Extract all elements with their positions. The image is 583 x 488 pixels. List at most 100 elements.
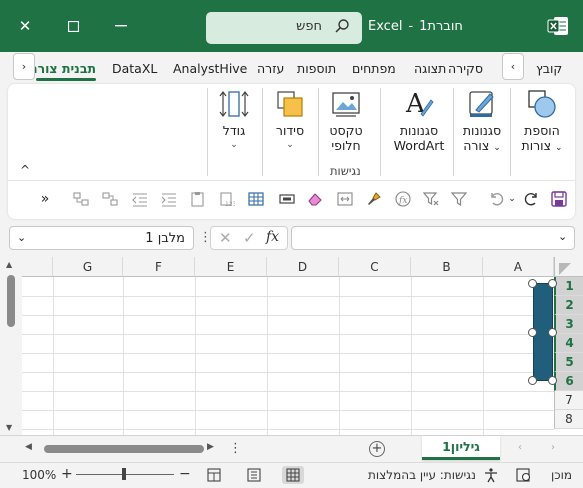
column-header-b[interactable]: B <box>411 257 483 277</box>
minimize-button[interactable] <box>105 10 137 42</box>
zoom-in-button[interactable]: + <box>61 466 73 482</box>
vertical-scrollbar[interactable]: ▲ ▼ <box>0 257 22 435</box>
scroll-right-icon[interactable]: ▶ <box>207 442 214 452</box>
format-painter-button[interactable] <box>365 190 383 208</box>
workbook-stats-icon[interactable] <box>516 467 532 486</box>
confirm-formula-button[interactable]: ✓ <box>243 229 256 247</box>
page-layout-button[interactable] <box>243 466 265 484</box>
search-input[interactable]: חפש <box>206 12 362 44</box>
group-icon <box>102 192 118 206</box>
cancel-formula-button[interactable]: ✕ <box>219 229 232 247</box>
column-header-a[interactable]: A <box>483 257 554 277</box>
sheet-tab-1[interactable]: גיליון1 <box>422 436 500 460</box>
maximize-button[interactable] <box>57 10 89 42</box>
column-header-partial[interactable] <box>22 257 53 277</box>
group-button[interactable] <box>101 190 119 208</box>
redo-button[interactable] <box>522 190 540 208</box>
collapse-ribbon-button[interactable]: ^ <box>20 163 30 177</box>
tab-dataxl[interactable]: DataXL <box>112 61 157 76</box>
column-header-f[interactable]: F <box>123 257 195 277</box>
tab-developer[interactable]: מפתחים <box>352 61 396 76</box>
table-button[interactable] <box>247 190 265 208</box>
row-header-2[interactable]: 2 <box>554 296 583 315</box>
increase-indent-button[interactable] <box>160 190 178 208</box>
zoom-out-button[interactable]: − <box>179 466 191 482</box>
paste-values-button[interactable]: 123 <box>218 190 236 208</box>
more-commands-button[interactable]: » <box>36 190 54 208</box>
sheet-options-button[interactable]: ⋮ <box>229 441 242 456</box>
zoom-level[interactable]: 100% <box>22 468 56 482</box>
undo-button[interactable] <box>488 190 506 208</box>
column-header-g[interactable]: G <box>53 257 123 277</box>
grid-line <box>22 372 554 373</box>
row-header-5[interactable]: 5 <box>554 353 583 372</box>
ungroup-button[interactable] <box>72 190 90 208</box>
add-sheet-button[interactable]: + <box>369 441 385 457</box>
accessibility-status[interactable]: נגישות: עיין בהמלצות <box>368 468 476 482</box>
shape-styles-icon <box>469 91 494 117</box>
expand-formula-bar-button[interactable]: ⌄ <box>558 230 567 243</box>
decrease-indent-button[interactable] <box>131 190 149 208</box>
tab-shape-format[interactable]: תבנית צורה <box>34 61 96 76</box>
size-button[interactable]: גודל ⌄ <box>214 88 254 153</box>
filter-button[interactable] <box>450 190 468 208</box>
wordart-styles-button[interactable]: A סגנונות WordArt <box>390 88 448 153</box>
close-button[interactable]: ✕ <box>9 10 41 42</box>
tab-addins[interactable]: תוספות <box>297 61 336 76</box>
sheet-scroll-left-button[interactable]: ‹ <box>518 442 522 453</box>
undo-dropdown[interactable]: ⌄ <box>507 190 517 208</box>
name-box[interactable]: מלבן 1 ⌄ <box>9 226 194 250</box>
resize-handle-bottom-left[interactable] <box>528 376 537 385</box>
select-all-corner[interactable] <box>554 257 583 277</box>
shape-styles-button[interactable]: סגנונות צורה ⌄ <box>457 88 507 156</box>
tab-view[interactable]: תצוגה <box>414 61 446 76</box>
tab-scroll-right-button[interactable]: › <box>13 53 35 80</box>
formula-input[interactable]: ⌄ <box>291 226 575 250</box>
tab-help[interactable]: עזרה <box>257 61 284 76</box>
alt-text-button[interactable]: טקסט חלופי <box>324 88 368 153</box>
row-header-1[interactable]: 1 <box>554 277 583 296</box>
row-header-6[interactable]: 6 <box>554 372 583 391</box>
quick-access-divider <box>8 180 575 181</box>
tab-scroll-left-button[interactable]: ‹ <box>502 53 524 80</box>
scroll-up-icon[interactable]: ▲ <box>6 260 12 269</box>
clear-format-button[interactable] <box>306 190 324 208</box>
resize-handle-top-right[interactable] <box>548 279 557 288</box>
resize-handle-top-left[interactable] <box>528 279 537 288</box>
clipboard-icon <box>191 192 204 207</box>
sheet-scroll-right-button[interactable]: › <box>551 442 555 453</box>
insert-shapes-button[interactable]: הוספת צורות ⌄ <box>516 88 568 156</box>
column-header-d[interactable]: D <box>267 257 339 277</box>
tab-review[interactable]: סקירה <box>448 61 483 76</box>
insert-function-button[interactable]: fx <box>394 190 412 208</box>
column-header-e[interactable]: E <box>195 257 267 277</box>
tab-analysthive[interactable]: AnalystHive <box>173 61 247 76</box>
insert-function-button[interactable]: fx <box>266 229 279 245</box>
column-header-c[interactable]: C <box>339 257 411 277</box>
clear-filter-button[interactable] <box>422 190 440 208</box>
tab-file[interactable]: קובץ <box>536 61 562 76</box>
zoom-slider-thumb[interactable] <box>122 468 126 480</box>
resize-handle-middle-right[interactable] <box>548 328 557 337</box>
arrange-button[interactable]: סידור ⌄ <box>268 88 312 153</box>
textbox-button[interactable] <box>278 190 296 208</box>
merge-cells-button[interactable] <box>336 190 354 208</box>
horizontal-scroll-thumb[interactable] <box>44 445 204 453</box>
resize-handle-bottom-right[interactable] <box>548 376 557 385</box>
scroll-down-icon[interactable]: ▼ <box>6 423 12 432</box>
paste-special-button[interactable] <box>189 190 207 208</box>
scroll-left-icon[interactable]: ◀ <box>25 442 32 452</box>
resize-handle-middle-left[interactable] <box>528 328 537 337</box>
row-header-7[interactable]: 7 <box>554 391 583 410</box>
row-header-3[interactable]: 3 <box>554 315 583 334</box>
save-button[interactable] <box>550 190 568 208</box>
active-tab-indicator <box>36 78 96 81</box>
normal-view-button[interactable] <box>282 466 304 484</box>
worksheet-grid[interactable]: ▲ ▼ G F E D C B A 1 2 3 4 5 6 7 8 <box>0 257 583 435</box>
double-chevron-icon: » <box>40 191 50 207</box>
row-header-4[interactable]: 4 <box>554 334 583 353</box>
svg-text:fx: fx <box>398 196 407 206</box>
page-break-preview-button[interactable] <box>203 466 225 484</box>
vertical-scroll-thumb[interactable] <box>7 275 15 327</box>
row-header-8[interactable]: 8 <box>554 410 583 429</box>
